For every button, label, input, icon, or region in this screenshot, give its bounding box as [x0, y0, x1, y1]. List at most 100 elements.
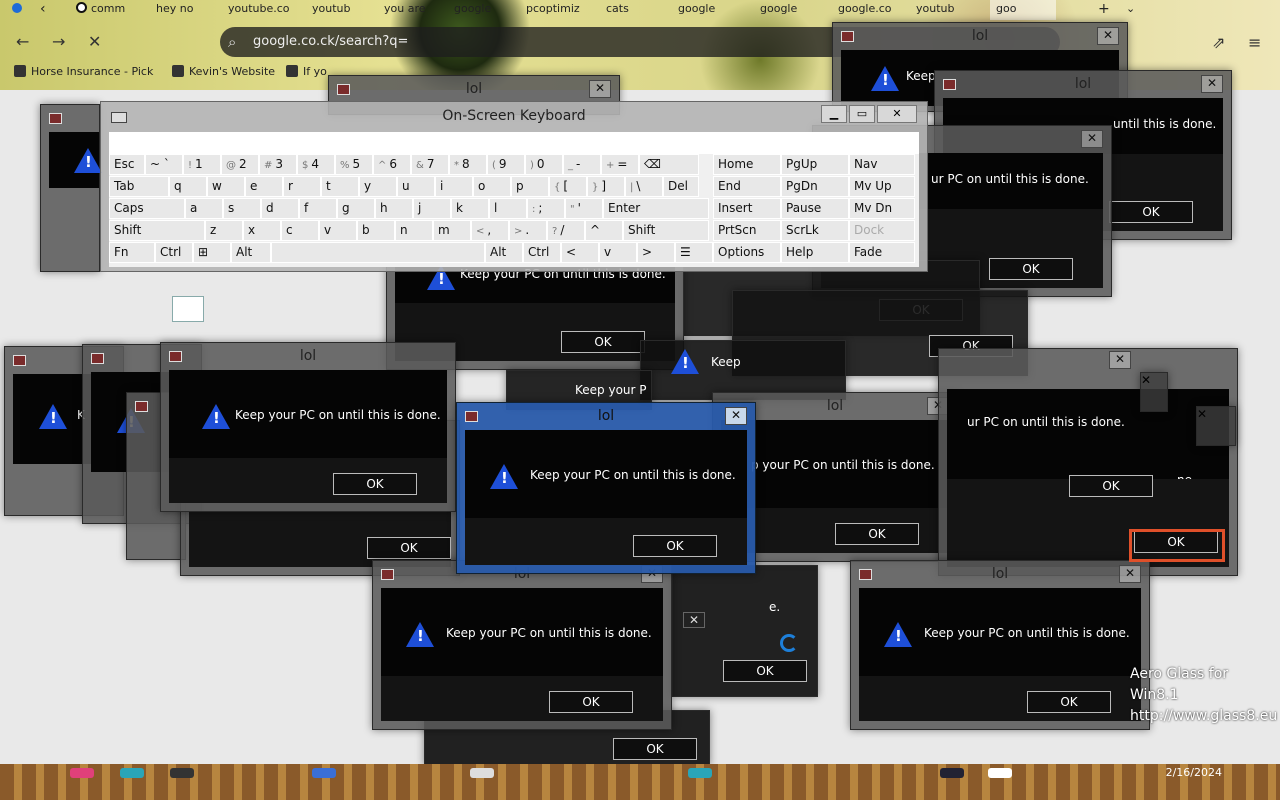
- osk-key[interactable]: f: [299, 198, 337, 219]
- new-tab-icon[interactable]: +: [1092, 0, 1112, 20]
- osk-key[interactable]: [271, 242, 485, 263]
- tab-list-icon[interactable]: ⌄: [1120, 0, 1140, 20]
- close-icon[interactable]: ✕: [1097, 27, 1119, 45]
- menu-icon[interactable]: ≡: [1248, 33, 1261, 52]
- osk-key[interactable]: m: [433, 220, 471, 241]
- close-icon[interactable]: ✕: [1119, 565, 1141, 583]
- osk-key[interactable]: & 7: [411, 154, 449, 175]
- osk-key[interactable]: Shift: [109, 220, 205, 241]
- osk-key[interactable]: ) 0: [525, 154, 563, 175]
- osk-key[interactable]: ? /: [547, 220, 585, 241]
- osk-key[interactable]: Alt: [231, 242, 271, 263]
- tab-4[interactable]: youtub: [306, 0, 368, 20]
- osk-key[interactable]: x: [243, 220, 281, 241]
- tab-6[interactable]: google: [448, 0, 510, 20]
- osk-key[interactable]: t: [321, 176, 359, 197]
- extensions-icon[interactable]: ⇗: [1212, 33, 1225, 52]
- osk-key[interactable]: :;: [527, 198, 565, 219]
- osk-key[interactable]: Shift: [623, 220, 709, 241]
- stop-icon[interactable]: ✕: [88, 32, 101, 51]
- bookmark-1[interactable]: Horse Insurance - Pick: [14, 65, 153, 78]
- ok-button[interactable]: OK: [333, 473, 417, 495]
- osk-key[interactable]: c: [281, 220, 319, 241]
- osk-key[interactable]: #3: [259, 154, 297, 175]
- close-icon[interactable]: ✕: [1141, 373, 1151, 387]
- osk-key[interactable]: ⊞: [193, 242, 231, 263]
- osk-nav-key[interactable]: PgUp: [781, 154, 849, 175]
- tab-5[interactable]: you are: [378, 0, 440, 20]
- osk-nav-key[interactable]: Nav: [849, 154, 915, 175]
- minimize-icon[interactable]: ▁: [821, 105, 847, 123]
- tab-11[interactable]: google.co: [832, 0, 902, 20]
- osk-nav-key[interactable]: Help: [781, 242, 849, 263]
- osk-key[interactable]: y: [359, 176, 397, 197]
- taskbar-app-icon[interactable]: [70, 768, 94, 778]
- tab-13-active[interactable]: goo: [990, 0, 1056, 20]
- tab-8[interactable]: cats: [600, 0, 664, 20]
- ok-button[interactable]: OK: [613, 738, 697, 760]
- forward-icon[interactable]: →: [52, 32, 65, 51]
- osk-key[interactable]: Caps: [109, 198, 185, 219]
- osk-key[interactable]: + =: [601, 154, 639, 175]
- osk-key[interactable]: o: [473, 176, 511, 197]
- osk-key[interactable]: ☰: [675, 242, 713, 263]
- osk-nav-key[interactable]: Mv Dn: [849, 198, 915, 219]
- osk-key[interactable]: q: [169, 176, 207, 197]
- osk-key[interactable]: | \: [625, 176, 663, 197]
- osk-key[interactable]: r: [283, 176, 321, 197]
- close-icon[interactable]: ✕: [725, 407, 747, 425]
- osk-key[interactable]: h: [375, 198, 413, 219]
- osk-key[interactable]: Fn: [109, 242, 155, 263]
- close-icon[interactable]: ✕: [1109, 351, 1131, 369]
- osk-key[interactable]: l: [489, 198, 527, 219]
- osk-nav-key[interactable]: Dock: [849, 220, 915, 241]
- osk-nav-key[interactable]: Insert: [713, 198, 781, 219]
- osk-key[interactable]: % 5: [335, 154, 373, 175]
- osk-key[interactable]: Esc: [109, 154, 145, 175]
- ok-button[interactable]: OK: [1069, 475, 1153, 497]
- osk-key[interactable]: " ': [565, 198, 603, 219]
- osk-nav-key[interactable]: Options: [713, 242, 781, 263]
- close-icon[interactable]: ✕: [683, 612, 705, 628]
- osk-key[interactable]: {[: [549, 176, 587, 197]
- osk-key[interactable]: <,: [471, 220, 509, 241]
- osk-nav-key[interactable]: Home: [713, 154, 781, 175]
- osk-key[interactable]: ^ 6: [373, 154, 411, 175]
- taskbar-app-icon[interactable]: [940, 768, 964, 778]
- tab-2[interactable]: hey no: [150, 0, 212, 20]
- osk-key[interactable]: <: [561, 242, 599, 263]
- osk-key[interactable]: Del: [663, 176, 699, 197]
- osk-key[interactable]: p: [511, 176, 549, 197]
- osk-key[interactable]: g: [337, 198, 375, 219]
- tab-9[interactable]: google: [672, 0, 746, 20]
- osk-nav-key[interactable]: End: [713, 176, 781, 197]
- osk-key[interactable]: }]: [587, 176, 625, 197]
- osk-key[interactable]: z: [205, 220, 243, 241]
- ok-button[interactable]: OK: [1109, 201, 1193, 223]
- osk-key[interactable]: * 8: [449, 154, 487, 175]
- osk-key[interactable]: Ctrl: [155, 242, 193, 263]
- osk-key[interactable]: Tab: [109, 176, 169, 197]
- close-icon[interactable]: ✕: [1081, 130, 1103, 148]
- ok-button[interactable]: OK: [835, 523, 919, 545]
- bookmark-2[interactable]: Kevin's Website: [172, 65, 275, 78]
- ok-button[interactable]: OK: [549, 691, 633, 713]
- close-icon[interactable]: ✕: [877, 105, 917, 123]
- osk-key[interactable]: _ -: [563, 154, 601, 175]
- osk-key[interactable]: ^: [585, 220, 623, 241]
- taskbar-app-icon[interactable]: [120, 768, 144, 778]
- osk-key[interactable]: >.: [509, 220, 547, 241]
- tab-3[interactable]: youtube.co: [222, 0, 296, 20]
- osk-key[interactable]: Alt: [485, 242, 523, 263]
- osk-key[interactable]: Ctrl: [523, 242, 561, 263]
- close-icon[interactable]: ✕: [1201, 75, 1223, 93]
- osk-key[interactable]: $4: [297, 154, 335, 175]
- osk-key[interactable]: w: [207, 176, 245, 197]
- ok-button[interactable]: OK: [367, 537, 451, 559]
- osk-key[interactable]: b: [357, 220, 395, 241]
- osk-key[interactable]: d: [261, 198, 299, 219]
- tab-7[interactable]: pcoptimiz: [520, 0, 590, 20]
- ok-button[interactable]: OK: [561, 331, 645, 353]
- osk-key[interactable]: Enter: [603, 198, 709, 219]
- ok-button[interactable]: OK: [723, 660, 807, 682]
